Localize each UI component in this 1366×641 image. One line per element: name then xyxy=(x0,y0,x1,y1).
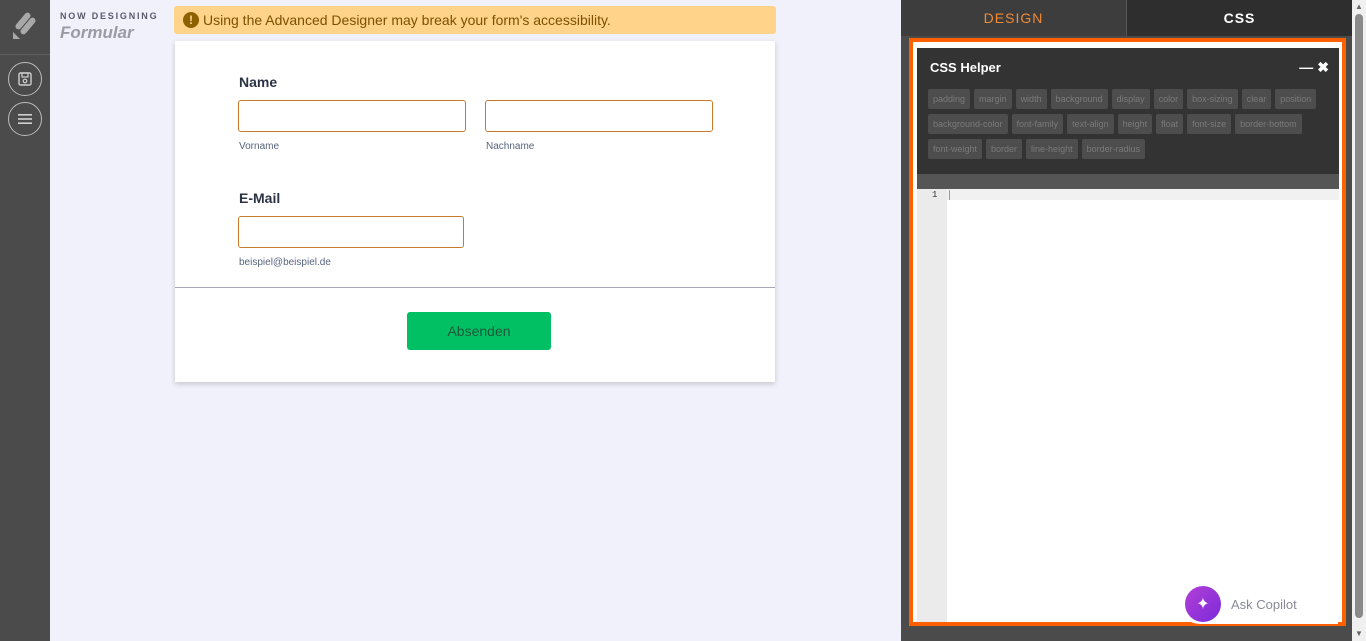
menu-icon xyxy=(18,114,32,124)
scrollbar-thumb[interactable] xyxy=(1355,14,1363,618)
chip-width[interactable]: width xyxy=(1015,89,1047,109)
scroll-down-icon[interactable]: ▼ xyxy=(1355,629,1363,638)
submit-button[interactable]: Absenden xyxy=(407,312,551,350)
left-rail xyxy=(0,0,50,641)
css-helper-title: CSS Helper xyxy=(930,60,1001,75)
close-icon[interactable]: ✖ xyxy=(1317,59,1329,76)
first-name-sublabel: Vorname xyxy=(239,141,280,152)
tab-css[interactable]: CSS xyxy=(1126,0,1352,36)
line-gutter: 1 xyxy=(917,189,947,622)
chip-position[interactable]: position xyxy=(1275,89,1317,109)
chip-border-bottom[interactable]: border-bottom xyxy=(1235,114,1302,134)
minimize-icon[interactable]: — xyxy=(1299,59,1313,76)
chip-color[interactable]: color xyxy=(1153,89,1184,109)
email-input[interactable] xyxy=(238,216,464,248)
exclamation-icon: ! xyxy=(183,12,199,28)
chip-line-height[interactable]: line-height xyxy=(1026,139,1078,159)
menu-button[interactable] xyxy=(8,102,42,136)
jotform-logo-icon[interactable] xyxy=(10,10,40,40)
sparkle-icon: ✦ xyxy=(1185,586,1221,622)
chip-clear[interactable]: clear xyxy=(1241,89,1272,109)
scroll-up-icon[interactable]: ▲ xyxy=(1355,2,1363,11)
designer-panel: DESIGN CSS CSS Helper — ✖ padding margin w… xyxy=(901,0,1352,641)
chip-box-sizing[interactable]: box-sizing xyxy=(1187,89,1238,109)
chip-background-color[interactable]: background-color xyxy=(928,114,1008,134)
active-line xyxy=(947,189,1339,200)
form-divider xyxy=(175,287,775,288)
last-name-sublabel: Nachname xyxy=(486,141,535,152)
chip-float[interactable]: float xyxy=(1156,114,1184,134)
warning-text: Using the Advanced Designer may break yo… xyxy=(203,12,611,28)
page-scrollbar[interactable]: ▲ ▼ xyxy=(1352,0,1366,641)
chip-border[interactable]: border xyxy=(986,139,1023,159)
now-designing-label: NOW DESIGNING xyxy=(60,11,159,21)
now-designing: NOW DESIGNING Formular xyxy=(60,11,158,43)
ask-copilot-label: Ask Copilot xyxy=(1231,596,1297,612)
tab-design[interactable]: DESIGN xyxy=(901,0,1126,36)
chip-font-weight[interactable]: font-weight xyxy=(928,139,983,159)
line-number: 1 xyxy=(932,190,938,200)
text-cursor xyxy=(949,190,950,200)
ask-copilot-button[interactable]: ✦ Ask Copilot xyxy=(1180,584,1338,624)
css-helper: CSS Helper — ✖ padding margin width backgro… xyxy=(917,48,1339,174)
chip-margin[interactable]: margin xyxy=(974,89,1012,109)
form-card: Name Vorname Nachname E-Mail beispiel@be… xyxy=(175,41,775,382)
chip-height[interactable]: height xyxy=(1117,114,1153,134)
save-button[interactable] xyxy=(8,62,42,96)
chip-text-align[interactable]: text-align xyxy=(1067,114,1114,134)
chip-display[interactable]: display xyxy=(1111,89,1150,109)
chip-font-size[interactable]: font-size xyxy=(1187,114,1232,134)
last-name-input[interactable] xyxy=(485,100,713,132)
css-property-chips: padding margin width background display color… xyxy=(928,89,1333,164)
css-editor-frame: CSS Helper — ✖ padding margin width backgro… xyxy=(909,38,1346,626)
chip-padding[interactable]: padding xyxy=(928,89,971,109)
accessibility-warning: ! Using the Advanced Designer may break … xyxy=(174,6,776,34)
css-code-editor[interactable]: 1 xyxy=(917,189,1339,622)
email-label: E-Mail xyxy=(239,190,281,206)
form-name: Formular xyxy=(60,23,134,42)
designer-tabs: DESIGN CSS xyxy=(901,0,1352,36)
name-label: Name xyxy=(239,74,278,90)
save-icon xyxy=(18,72,32,86)
rail-divider xyxy=(0,54,50,55)
chip-background[interactable]: background xyxy=(1050,89,1108,109)
first-name-input[interactable] xyxy=(238,100,466,132)
chip-border-radius[interactable]: border-radius xyxy=(1081,139,1146,159)
chip-font-family[interactable]: font-family xyxy=(1011,114,1064,134)
email-sublabel: beispiel@beispiel.de xyxy=(239,257,331,268)
editor-toolbar xyxy=(917,174,1339,189)
